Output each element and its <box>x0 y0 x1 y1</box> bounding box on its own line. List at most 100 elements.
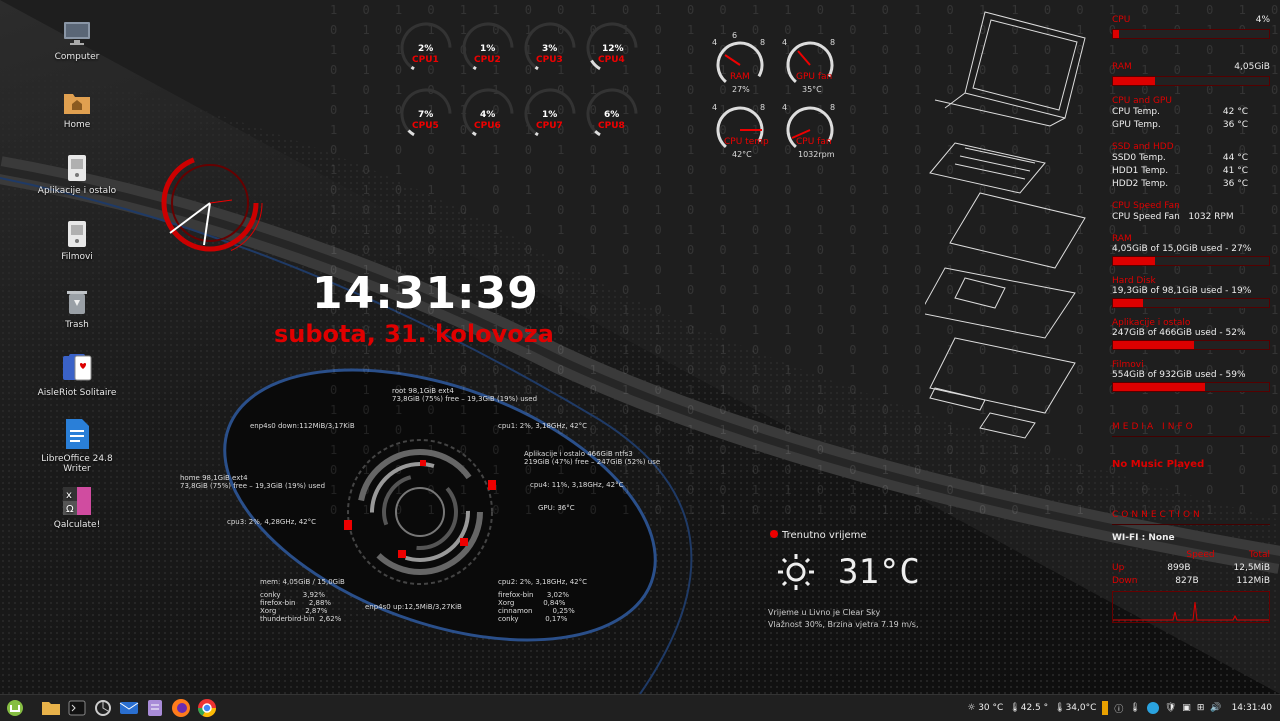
desktop-icon-label: Trash <box>65 320 89 330</box>
notes-launcher[interactable] <box>144 697 166 719</box>
fan-label: CPU Speed Fan <box>1112 212 1180 222</box>
cpu-gauge: 2% CPU1 <box>400 22 452 74</box>
desktop-icon-label: Computer <box>54 52 100 62</box>
computer-icon <box>64 22 90 45</box>
ram2-title: RAM <box>1112 234 1132 244</box>
cpu-gauge-label: CPU3 <box>536 55 563 65</box>
gpu-temp-tray[interactable]: 🌡34,0°C <box>1054 703 1096 713</box>
cpu-temp-row: CPU Temp. 42 °C <box>1112 106 1270 119</box>
analog-clock <box>157 150 263 256</box>
net-header-row: Speed Total <box>1112 549 1270 562</box>
film-title: Filmovi <box>1112 360 1144 370</box>
gpu-temp-value: 36 °C <box>1222 120 1248 130</box>
gauge-label: RAM <box>730 72 750 82</box>
gpu-temp-row: GPU Temp. 36 °C <box>1112 119 1270 132</box>
tray-temp-3: 34,0°C <box>1065 703 1097 713</box>
info-tray-icon[interactable]: ⓘ <box>1114 702 1123 715</box>
chrome-icon <box>198 699 216 718</box>
gauge-tick: 4 <box>712 103 717 112</box>
media-title: MEDIA INFO <box>1112 422 1270 437</box>
drive-icon <box>68 155 86 181</box>
menu-button[interactable] <box>4 697 26 719</box>
down-label: Down <box>1112 576 1138 586</box>
hd-text: 19,3GiB of 98,1GiB used - 19% <box>1112 286 1252 296</box>
total-header: Total <box>1248 550 1270 560</box>
cpu-temp-tray[interactable]: 🌡42.5 ° <box>1009 703 1048 713</box>
gauge-tick: 4 <box>712 38 717 47</box>
connection-title: CONNECTION <box>1112 510 1270 525</box>
terminal-launcher[interactable] <box>66 697 88 719</box>
system-info-panel: CPU 4% RAM 4,05GiB CPU and GPU CPU Temp. 42… <box>1112 14 1270 626</box>
clipboard-tray-icon[interactable]: ▣ <box>1182 703 1191 713</box>
gpu-temp-label: GPU Temp. <box>1112 120 1161 130</box>
hud-mem: mem: 4,05GiB / 15,0GiB <box>260 578 345 586</box>
ssd0-label: SSD0 Temp. <box>1112 153 1166 163</box>
system-launcher[interactable] <box>92 697 114 719</box>
files-launcher[interactable] <box>40 697 62 719</box>
weather-tray[interactable]: ☼ 30 °C <box>967 703 1003 713</box>
mail-icon <box>119 702 139 714</box>
net-down-row: Down 827B 112MiB <box>1112 575 1270 588</box>
clock-tray[interactable]: 14:31:40 <box>1232 703 1272 713</box>
shield-tray-icon[interactable]: 🛡 <box>1165 703 1176 713</box>
desktop-icon-computer[interactable]: Computer <box>33 20 121 62</box>
trash-icon <box>67 291 87 314</box>
thermometer-tray-icon[interactable]: 🌡 <box>1129 703 1140 713</box>
desktop-icon-aplikacije[interactable]: Aplikacije i ostalo <box>33 154 121 196</box>
hdd1-value: 41 °C <box>1222 166 1248 176</box>
desktop-icon-label: Qalculate! <box>53 520 101 530</box>
cpu-gauge-percent: 2% <box>418 44 433 54</box>
cpu-gauge-label: CPU7 <box>536 121 563 131</box>
cpu-gauge-label: CPU2 <box>474 55 501 65</box>
apl-title: Aplikacije i ostalo <box>1112 318 1191 328</box>
hud-enp-down: enp4s0 down:112MiB/3,17KiB <box>250 422 355 430</box>
laptop-illustration <box>925 11 1086 439</box>
ram2-bar-fill <box>1113 257 1156 265</box>
apl-text: 247GiB of 466GiB used - 52% <box>1112 328 1246 338</box>
hud-root: root 98,1GiB ext4 73,8GiB (75%) free – 1… <box>392 387 538 403</box>
cpu-row: CPU 4% <box>1112 14 1270 27</box>
clock-date: subota, 31. kolovoza <box>274 320 554 348</box>
network-tray-icon[interactable]: ⊞ <box>1197 703 1205 713</box>
writer-icon <box>66 419 89 449</box>
thermometer-icon: 🌡 <box>1054 703 1066 713</box>
volume-tray-icon[interactable]: 🔊 <box>1210 703 1221 713</box>
cpu-gauge-percent: 6% <box>604 110 619 120</box>
sun-tray-icon: ☼ <box>967 703 976 713</box>
desktop-icon-label: LibreOffice 24.8 Writer <box>41 454 113 474</box>
ssd0-row: SSD0 Temp. 44 °C <box>1112 152 1270 165</box>
firefox-launcher[interactable] <box>170 697 192 719</box>
hud-home: home 98,1GiB ext4 73,8GiB (75%) free – 1… <box>180 474 326 490</box>
hud-procs-right: firefox-bin 3,02% Xorg 0,84% cinnamon 0,… <box>498 591 575 623</box>
fan-title: CPU Speed Fan <box>1112 201 1180 211</box>
taskbar: ☼ 30 °C 🌡42.5 ° 🌡34,0°C ⓘ 🌡 🛡 ▣ ⊞ 🔊 14:3… <box>0 694 1280 721</box>
cpu-gauge: 3% CPU3 <box>524 22 576 74</box>
ram2-text: 4,05GiB of 15,0GiB used - 27% <box>1112 244 1252 254</box>
mail-launcher[interactable] <box>118 697 140 719</box>
telegram-tray-icon[interactable] <box>1146 702 1159 714</box>
desktop-icon-solitaire[interactable]: AisleRiot Solitaire <box>33 352 121 398</box>
system-icon <box>95 700 111 716</box>
apl-bar <box>1112 340 1270 350</box>
system-tray: ☼ 30 °C 🌡42.5 ° 🌡34,0°C ⓘ 🌡 🛡 ▣ ⊞ 🔊 14:3… <box>967 695 1272 721</box>
ram-bar-fill <box>1113 77 1156 85</box>
apl-bar-fill <box>1113 341 1195 349</box>
desktop-icon-writer[interactable]: LibreOffice 24.8 Writer <box>33 418 121 474</box>
hud-gpu: GPU: 36°C <box>538 504 575 512</box>
cpu-gauge-label: CPU5 <box>412 121 439 131</box>
battery-tray-icon[interactable] <box>1102 701 1109 715</box>
hd-bar-fill <box>1113 299 1143 307</box>
cpu-gauge: 4% CPU6 <box>462 88 514 140</box>
desktop-icon-qalculate[interactable]: xΩ Qalculate! <box>33 486 121 530</box>
desktop-icon-home[interactable]: Home <box>33 88 121 130</box>
tray-temp-2: 42.5 ° <box>1020 703 1049 713</box>
up-total: 12,5MiB <box>1233 563 1270 573</box>
hud-enp-up: enp4s0 up:12,5MiB/3,27KiB <box>365 603 462 611</box>
desktop-icon-trash[interactable]: Trash <box>33 288 121 330</box>
wifi-status: WI-FI : None <box>1112 533 1175 543</box>
ram-label: RAM <box>1112 62 1132 72</box>
cpu-bar-fill <box>1113 30 1120 38</box>
desktop-icon-filmovi[interactable]: Filmovi <box>33 220 121 262</box>
fan-value: 1032 RPM <box>1188 212 1234 222</box>
chrome-launcher[interactable] <box>196 697 218 719</box>
